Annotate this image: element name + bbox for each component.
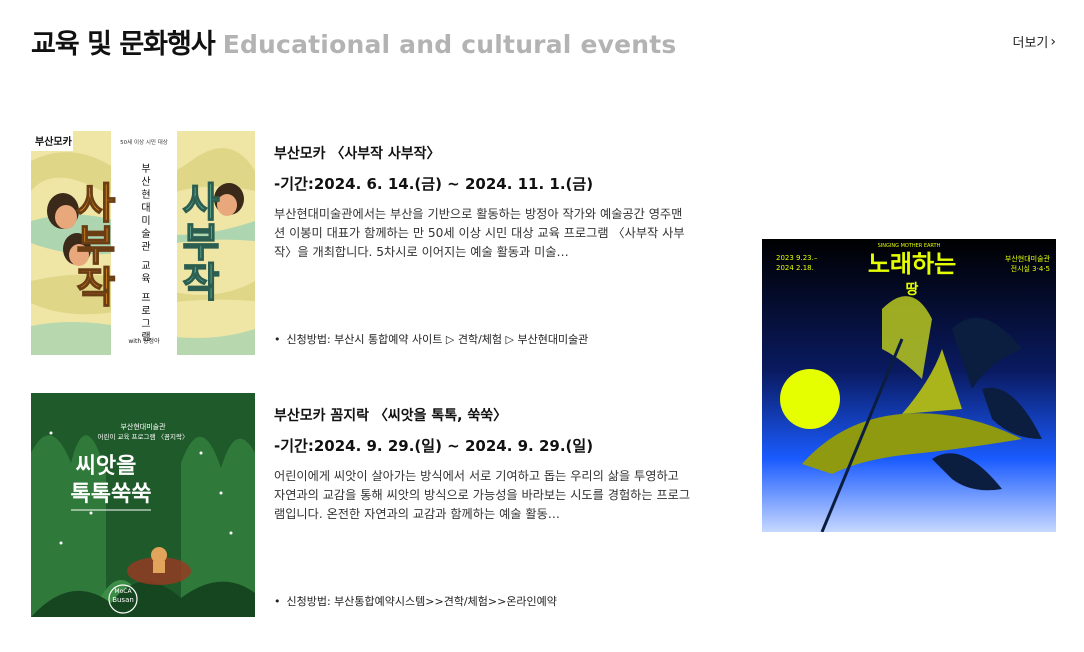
event-title[interactable]: 부산모카 〈사부작 사부작〉 xyxy=(274,143,441,163)
poster-venue-line2: 전시실 3·4·5 xyxy=(1011,264,1050,273)
poster-logo-text2: MoCA xyxy=(114,588,132,595)
more-link[interactable]: 더보기 › xyxy=(1012,32,1057,52)
poster-big-title-right: 사부작 xyxy=(174,181,220,301)
poster-sub-title: 땅 xyxy=(906,281,919,298)
sabujak-poster: 부산모카 50세 이상 시민 대상 부산현대미술관 교육 프로그램 with 방… xyxy=(31,131,255,355)
poster-line2: 어린이 교육 프로그램 〈꼼지락〉 xyxy=(98,432,189,441)
event-card[interactable]: 부산모카 50세 이상 시민 대상 부산현대미술관 교육 프로그램 with 방… xyxy=(31,131,711,357)
event-apply-info: • 신청방법: 부산통합예약시스템>>견학/체험>>온라인예약 xyxy=(274,593,557,609)
seed-poster: 부산현대미술관 어린이 교육 프로그램 〈꼼지락〉 씨앗을 톡톡쑥쑥 Busan… xyxy=(31,393,255,617)
poster-audience: 50세 이상 시민 대상 xyxy=(120,138,168,146)
poster-big1: 씨앗을 xyxy=(76,454,137,479)
more-label: 더보기 xyxy=(1012,36,1049,51)
poster-line1: 부산현대미술관 xyxy=(120,422,166,431)
poster-venue-line1: 부산현대미술관 xyxy=(1005,254,1051,263)
featured-poster[interactable]: 2023 9.23.– 2024 2.18. SINGING MOTHER EA… xyxy=(762,239,1056,532)
poster-main-title: 노래하는 xyxy=(868,250,956,278)
event-description: 어린이에게 씨앗이 살아가는 방식에서 서로 기여하고 돕는 우리의 삶을 투영… xyxy=(274,469,691,521)
poster-big2: 톡톡쑥쑥 xyxy=(71,482,152,507)
bullet-icon: • xyxy=(274,333,281,346)
section-header: 교육 및 문화행사 Educational and cultural event… xyxy=(31,22,677,61)
poster-date-line2: 2024 2.18. xyxy=(776,264,814,272)
event-thumbnail[interactable]: 부산현대미술관 어린이 교육 프로그램 〈꼼지락〉 씨앗을 톡톡쑥쑥 Busan… xyxy=(31,393,255,617)
event-period: -기간:2024. 9. 29.(일) ~ 2024. 9. 29.(일) xyxy=(274,437,594,455)
poster-date-line1: 2023 9.23.– xyxy=(776,254,818,262)
singing-earth-poster: 2023 9.23.– 2024 2.18. SINGING MOTHER EA… xyxy=(762,239,1056,532)
event-title[interactable]: 부산모카 꼼지락 〈씨앗을 톡톡, 쑥쑥〉 xyxy=(274,405,507,425)
section-title-en: Educational and cultural events xyxy=(222,30,677,59)
poster-logo-text1: Busan xyxy=(112,596,134,604)
event-period: -기간:2024. 6. 14.(금) ~ 2024. 11. 1.(금) xyxy=(274,175,594,193)
poster-big-title-left: 사부작 xyxy=(69,181,118,307)
poster-credit: with 방정아 xyxy=(128,337,160,345)
apply-text: 신청방법: 부산시 통합예약 사이트 ▷ 견학/체험 ▷ 부산현대미술관 xyxy=(286,333,589,346)
event-description: 부산현대미술관에서는 부산을 기반으로 활동하는 방정아 작가와 예술공간 영주… xyxy=(274,207,685,259)
poster-program-vertical: 부산현대미술관 교육 프로그램 xyxy=(139,163,151,344)
bullet-icon: • xyxy=(274,595,281,608)
event-card[interactable]: 부산현대미술관 어린이 교육 프로그램 〈꼼지락〉 씨앗을 톡톡쑥쑥 Busan… xyxy=(31,393,711,619)
event-apply-info: • 신청방법: 부산시 통합예약 사이트 ▷ 견학/체험 ▷ 부산현대미술관 xyxy=(274,331,588,347)
apply-text: 신청방법: 부산통합예약시스템>>견학/체험>>온라인예약 xyxy=(286,595,557,608)
poster-brand: 부산모카 xyxy=(35,135,73,148)
section-title-ko: 교육 및 문화행사 xyxy=(31,29,216,60)
event-thumbnail[interactable]: 부산모카 50세 이상 시민 대상 부산현대미술관 교육 프로그램 with 방… xyxy=(31,131,255,355)
chevron-right-icon: › xyxy=(1050,33,1056,50)
poster-en-title: SINGING MOTHER EARTH xyxy=(878,243,941,249)
